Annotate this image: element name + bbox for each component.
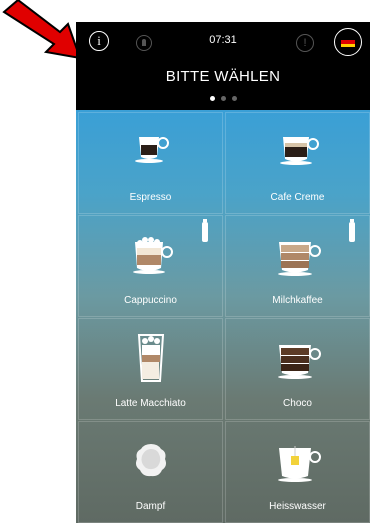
product-label: Dampf	[135, 501, 166, 512]
milchkaffee-cup-icon	[277, 242, 321, 276]
product-label: Choco	[283, 398, 312, 409]
steam-icon	[135, 444, 166, 477]
product-grid: Espresso Cafe Creme Cappuccino Milchkaff…	[76, 110, 370, 523]
alert-icon[interactable]: !	[296, 34, 314, 52]
product-label: Heisswasser	[269, 501, 326, 512]
clock: 07:31	[209, 34, 237, 46]
product-milchkaffee[interactable]: Milchkaffee	[225, 215, 370, 317]
page-dot-2[interactable]	[220, 96, 226, 101]
page-title: BITTE WÄHLEN	[165, 68, 281, 85]
product-espresso[interactable]: Espresso	[78, 112, 223, 214]
product-label: Espresso	[129, 192, 172, 203]
latte-macchiato-glass-icon	[137, 334, 164, 382]
product-label: Cafe Creme	[270, 192, 325, 203]
milk-required-icon	[202, 219, 208, 242]
product-latte-macchiato[interactable]: Latte Macchiato	[78, 318, 223, 420]
page-dot-3[interactable]	[231, 96, 237, 101]
product-choco[interactable]: Choco	[225, 318, 370, 420]
page-dot-1[interactable]	[209, 96, 215, 101]
product-label: Milchkaffee	[272, 295, 323, 306]
cappuccino-cup-icon	[132, 237, 173, 274]
german-flag-icon	[341, 37, 355, 47]
product-cafe-creme[interactable]: Cafe Creme	[225, 112, 370, 214]
language-button[interactable]	[334, 28, 362, 56]
product-heisswasser[interactable]: Heisswasser	[225, 421, 370, 523]
cafe-creme-cup-icon	[279, 137, 319, 165]
product-label: Latte Macchiato	[115, 398, 186, 409]
hot-water-cup-icon	[277, 446, 321, 482]
espresso-cup-icon	[134, 137, 169, 163]
product-label: Cappuccino	[124, 295, 177, 306]
product-dampf[interactable]: Dampf	[78, 421, 223, 523]
milk-required-icon	[349, 219, 355, 242]
coffee-machine-screen: i 07:31 ! BITTE WÄHLEN Espresso Cafe Cre…	[76, 22, 370, 523]
product-cappuccino[interactable]: Cappuccino	[78, 215, 223, 317]
page-indicator	[76, 96, 370, 101]
status-bar: i 07:31 !	[76, 22, 370, 62]
header: BITTE WÄHLEN	[76, 62, 370, 112]
choco-cup-icon	[277, 345, 321, 379]
